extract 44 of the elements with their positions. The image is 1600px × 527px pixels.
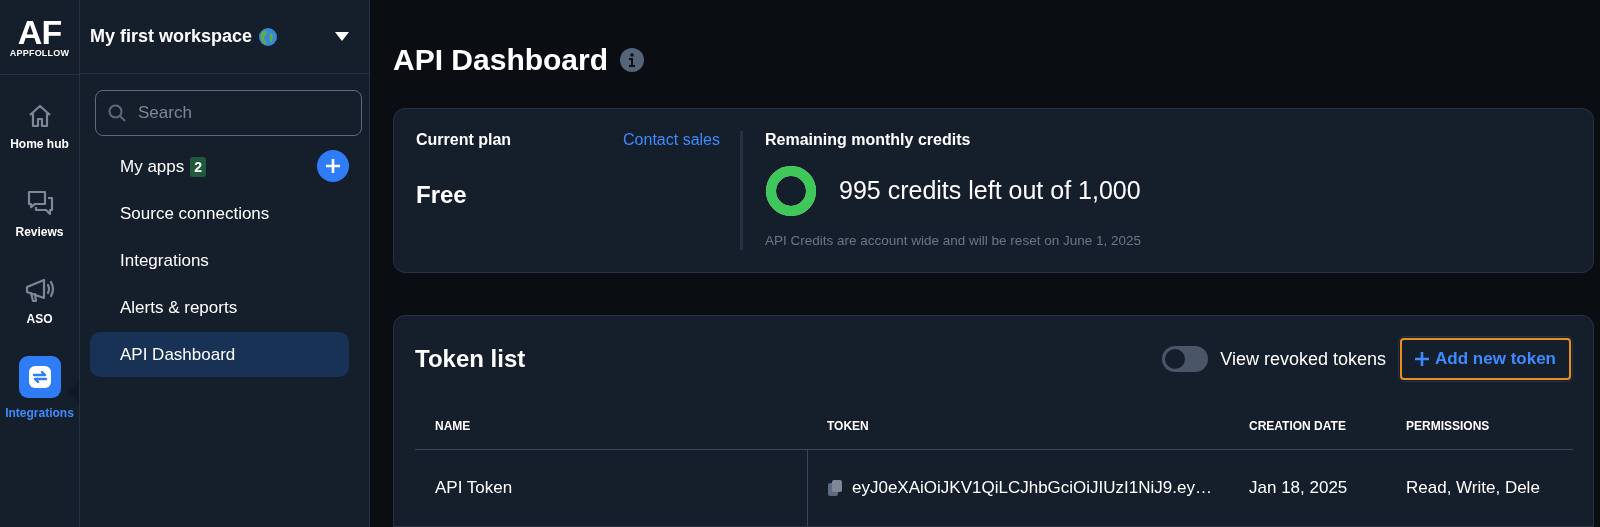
credits-label: Remaining monthly credits xyxy=(765,130,972,149)
table-cell: eyJ0eXAiOiJKV1QiLCJhbGciOiJIUzI1NiJ9.ey… xyxy=(852,478,1212,498)
sidebar-item[interactable]: API Dashboard xyxy=(90,332,349,377)
sidebar-item[interactable]: Integrations xyxy=(90,238,349,283)
add-app-button[interactable] xyxy=(317,150,349,182)
count-badge: 2 xyxy=(190,156,207,177)
plan-label: Current plan xyxy=(416,130,512,149)
logo-mark: AF xyxy=(17,16,62,48)
sidebar-item[interactable]: Alerts & reports xyxy=(90,285,349,330)
plus-icon xyxy=(326,159,340,173)
sync-icon xyxy=(18,355,61,398)
copy-icon[interactable] xyxy=(828,480,842,496)
credits-summary: 995 credits left out of 1,000 xyxy=(839,176,1141,206)
credits-note: API Credits are account wide and will be reset on June 1, 2025 xyxy=(765,232,1141,248)
rail-item[interactable]: Reviews xyxy=(0,170,79,257)
workspace-title[interactable]: My first workspace xyxy=(90,26,253,47)
search-field[interactable]: Search xyxy=(95,90,362,136)
table-cell-text: Read, Write, Dele xyxy=(1405,478,1540,498)
rail-item[interactable]: Home hub xyxy=(0,83,79,170)
sidebar-item[interactable]: Source connections xyxy=(90,191,349,236)
plus-icon xyxy=(1415,352,1430,366)
credits-donut xyxy=(765,164,817,217)
section-title: Token list xyxy=(415,345,527,373)
column-header: TOKEN xyxy=(826,417,870,435)
column-header: PERMISSIONS xyxy=(1405,418,1490,433)
contact-sales-link[interactable]: Contact sales xyxy=(623,130,720,149)
caret-icon[interactable] xyxy=(335,32,349,41)
column-header: CREATION DATE xyxy=(1248,418,1347,433)
toggle-label: View revoked tokens xyxy=(1220,348,1387,370)
toggle-switch[interactable] xyxy=(1162,346,1209,372)
search-icon xyxy=(108,104,126,122)
logo-name: APPFOLLOW xyxy=(9,48,70,58)
table-cell-text: Jan 18, 2025 xyxy=(1248,478,1349,498)
globe-icon xyxy=(258,26,279,47)
rail-item[interactable]: Integrations xyxy=(0,344,79,431)
plan-name: Free xyxy=(416,180,468,209)
rail-item[interactable]: ASO xyxy=(0,257,79,344)
add-token-button[interactable]: Add new token xyxy=(1398,336,1573,382)
page-title: API Dashboard xyxy=(393,42,609,77)
chat-bubbles-icon xyxy=(25,188,54,217)
sidebar-item[interactable]: My apps 2 xyxy=(90,144,299,189)
table-cell-text: API Token xyxy=(434,478,514,498)
column-header: NAME xyxy=(434,418,472,433)
info-icon[interactable] xyxy=(620,47,645,72)
